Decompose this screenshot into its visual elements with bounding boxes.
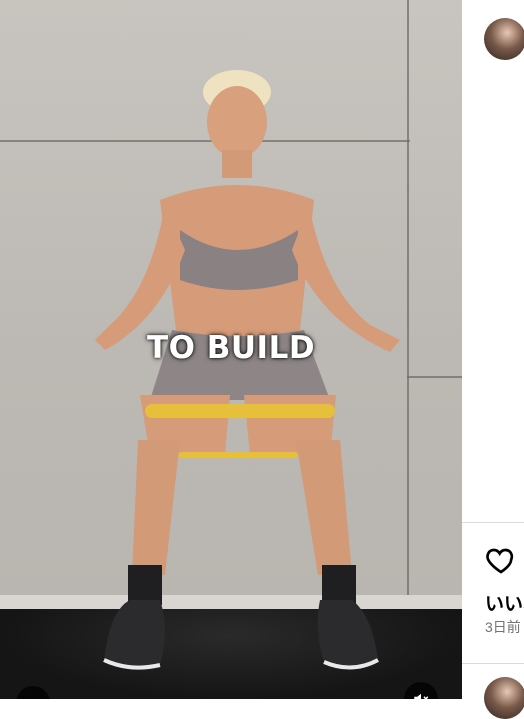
heart-outline-icon[interactable] [484,544,518,576]
author-avatar[interactable] [484,18,524,60]
likes-count[interactable]: いいね [485,589,524,616]
divider [462,522,524,523]
post-video[interactable]: TO BUILD [0,0,462,699]
speaker-muted-icon [414,693,429,699]
divider [462,663,524,664]
post-sidebar: いいね 3日前 [462,0,524,719]
video-caption: TO BUILD [146,330,316,366]
post-date[interactable]: 3日前 [485,617,521,637]
viewer-avatar[interactable] [484,677,524,719]
